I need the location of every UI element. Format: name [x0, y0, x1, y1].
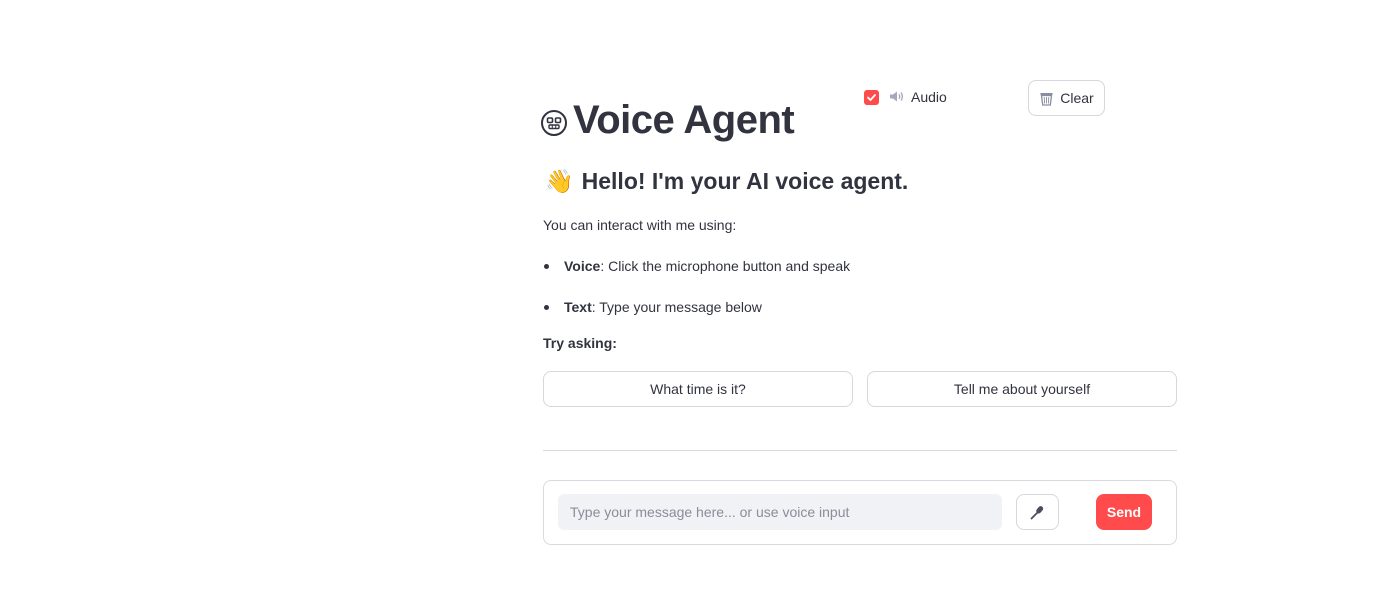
waving-hand-icon: 👋: [545, 168, 574, 194]
microphone-button[interactable]: [1016, 494, 1059, 530]
check-icon: [867, 93, 876, 101]
list-item: Voice: Click the microphone button and s…: [543, 256, 850, 297]
app-page: Voice Agent Audio Clear 👋 Hello! I'm you…: [0, 0, 1391, 614]
list-item: Text: Type your message below: [543, 297, 850, 338]
robot-face-icon: [541, 109, 567, 136]
microphone-icon: [1030, 505, 1044, 519]
audio-label: Audio: [911, 89, 947, 105]
audio-toggle[interactable]: Audio: [864, 89, 947, 105]
option-description: : Click the microphone button and speak: [600, 258, 851, 274]
clear-button-label: Clear: [1060, 90, 1094, 106]
page-header: Voice Agent: [541, 98, 795, 143]
option-description: : Type your message below: [591, 299, 762, 315]
page-title: Voice Agent: [573, 98, 795, 142]
intro-text: You can interact with me using:: [543, 217, 737, 233]
try-asking-label: Try asking:: [543, 335, 617, 351]
suggestion-button-about[interactable]: Tell me about yourself: [867, 371, 1177, 407]
clear-button[interactable]: Clear: [1028, 80, 1105, 116]
interaction-options-list: Voice: Click the microphone button and s…: [543, 256, 850, 338]
trash-icon: [1039, 91, 1054, 106]
speaker-icon: [889, 90, 905, 105]
suggestion-button-time[interactable]: What time is it?: [543, 371, 853, 407]
bullet-icon: [544, 305, 549, 310]
greeting-heading: 👋 Hello! I'm your AI voice agent.: [545, 168, 908, 195]
audio-checkbox[interactable]: [864, 89, 879, 105]
option-name: Text: [564, 299, 592, 315]
divider: [543, 450, 1177, 451]
greeting-text: Hello! I'm your AI voice agent.: [581, 168, 909, 194]
message-composer: Send: [543, 480, 1177, 545]
send-button[interactable]: Send: [1096, 494, 1152, 530]
bullet-icon: [544, 264, 549, 269]
message-input[interactable]: [558, 494, 1002, 530]
option-name: Voice: [564, 258, 601, 274]
